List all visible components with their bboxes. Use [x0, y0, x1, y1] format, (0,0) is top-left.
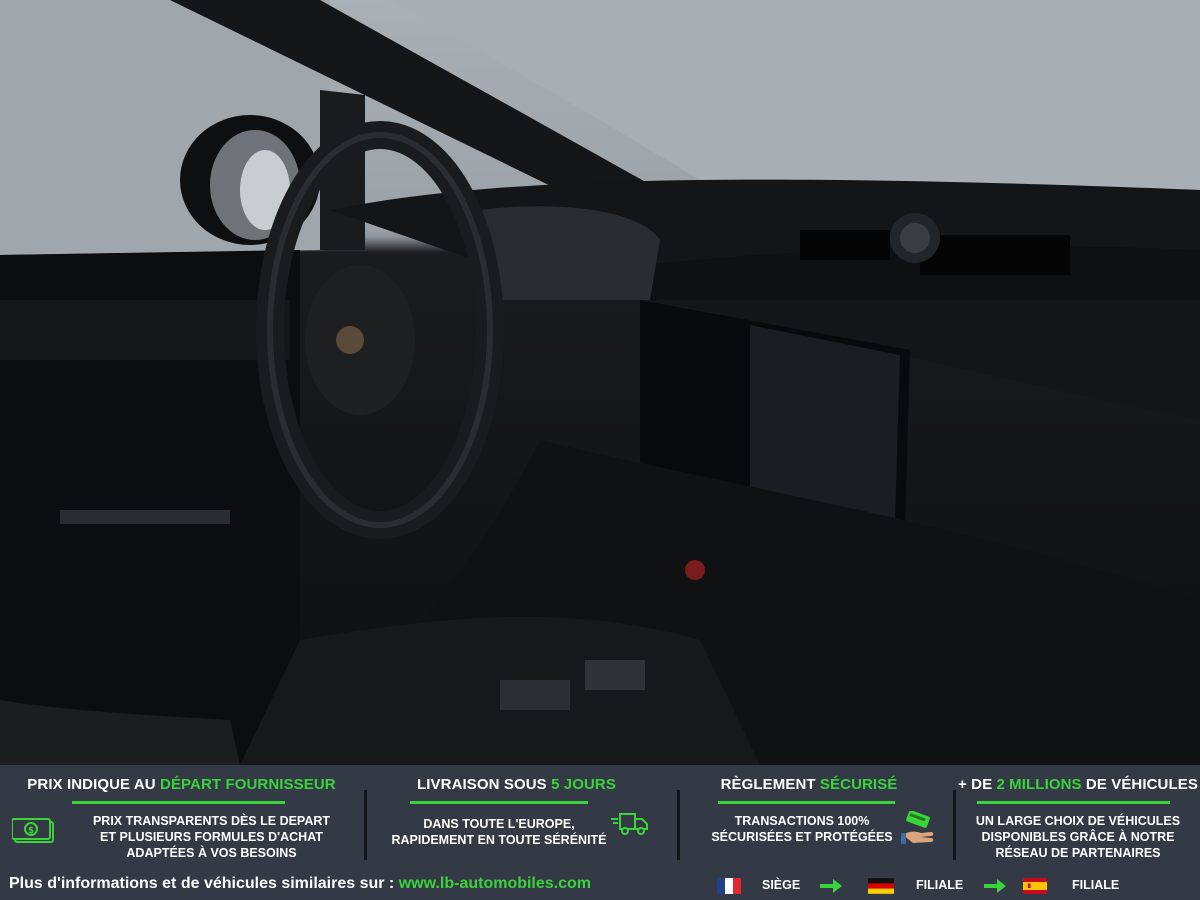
truck-icon	[611, 813, 648, 835]
feature-line: PRIX TRANSPARENTS DÈS LE DEPART	[92, 814, 331, 828]
feature-title-text: DE VÉHICULES	[1081, 776, 1198, 793]
feature-line: TRANSACTIONS 100%	[734, 814, 870, 828]
feature-line: DANS TOUTE L'EUROPE,	[423, 817, 575, 831]
feature-underline	[72, 801, 285, 804]
feature-title-text: PRIX INDIQUE AU	[27, 776, 161, 793]
car-interior-illustration	[0, 0, 1200, 765]
payment-hand-icon	[901, 811, 934, 844]
banner-separator	[677, 790, 680, 860]
feature-underline	[977, 801, 1170, 804]
location-label: FILIALE	[916, 878, 964, 892]
feature-title: PRIX INDIQUE AU DÉPART FOURNISSEUR	[0, 776, 363, 793]
banner-footer: Plus d'informations et de véhicules simi…	[0, 869, 1200, 900]
feature-title: LIVRAISON SOUS 5 JOURS	[358, 776, 675, 793]
feature-line: RÉSEAU DE PARTENAIRES	[995, 846, 1161, 860]
feature-title-accent: SÉCURISÉ	[819, 776, 898, 793]
feature-title-text: LIVRAISON SOUS	[417, 776, 552, 793]
spain-flag-icon	[1023, 878, 1047, 894]
feature-title-accent: DÉPART FOURNISSEUR	[160, 776, 336, 793]
feature-line: ET PLUSIEURS FORMULES D'ACHAT	[100, 830, 323, 844]
location-label: FILIALE	[1072, 878, 1120, 892]
feature-title: + DE 2 MILLIONS DE VÉHICULES	[956, 776, 1200, 793]
feature-line: DISPONIBLES GRÂCE À NOTRE	[981, 830, 1175, 844]
banner-separator	[364, 790, 367, 860]
feature-line: RAPIDEMENT EN TOUTE SÉRÉNITÉ	[391, 833, 607, 847]
feature-supplier-price: PRIX INDIQUE AU DÉPART FOURNISSEUR $ PRI…	[0, 765, 363, 865]
feature-secure-payment: RÈGLEMENT SÉCURISÉ TRANSACTIONS 100% SÉC…	[683, 765, 951, 865]
location-label: SIÈGE	[762, 878, 801, 892]
info-banner: PRIX INDIQUE AU DÉPART FOURNISSEUR $ PRI…	[0, 765, 1200, 900]
feature-title-text: + DE	[958, 776, 997, 793]
feature-title-accent: 2 MILLIONS	[996, 776, 1082, 793]
svg-text:$: $	[28, 826, 34, 836]
feature-delivery: LIVRAISON SOUS 5 JOURS DANS TOUTE L'EURO…	[370, 765, 675, 865]
more-info-text: Plus d'informations et de véhicules simi…	[9, 875, 591, 893]
arrow-right-icon	[984, 879, 1006, 893]
feature-line: ADAPTÉES À VOS BESOINS	[126, 846, 297, 860]
feature-line: UN LARGE CHOIX DE VÉHICULES	[975, 814, 1181, 828]
feature-line: SÉCURISÉES ET PROTÉGÉES	[711, 830, 893, 844]
website-link[interactable]: www.lb-automobiles.com	[399, 875, 591, 892]
feature-description: PRIX TRANSPARENTS DÈS LE DEPART ET PLUSI…	[60, 813, 363, 861]
feature-description: TRANSACTIONS 100% SÉCURISÉES ET PROTÉGÉE…	[683, 813, 921, 845]
car-interior-photo	[0, 0, 1200, 765]
feature-title-accent: 5 JOURS	[551, 776, 616, 793]
feature-description: DANS TOUTE L'EUROPE, RAPIDEMENT EN TOUTE…	[370, 816, 628, 848]
more-info-label: Plus d'informations et de véhicules simi…	[9, 875, 399, 892]
germany-flag-icon	[868, 878, 894, 894]
feature-underline	[410, 801, 588, 804]
feature-vehicle-choice: + DE 2 MILLIONS DE VÉHICULES UN LARGE CH…	[956, 765, 1200, 865]
feature-title-text: RÈGLEMENT	[720, 776, 820, 793]
feature-underline	[718, 801, 895, 804]
money-icon: $	[12, 818, 54, 843]
arrow-right-icon	[820, 879, 842, 893]
feature-description: UN LARGE CHOIX DE VÉHICULES DISPONIBLES …	[956, 813, 1200, 861]
listing-image: PRIX INDIQUE AU DÉPART FOURNISSEUR $ PRI…	[0, 0, 1200, 900]
france-flag-icon	[717, 878, 741, 894]
feature-title: RÈGLEMENT SÉCURISÉ	[667, 776, 951, 793]
